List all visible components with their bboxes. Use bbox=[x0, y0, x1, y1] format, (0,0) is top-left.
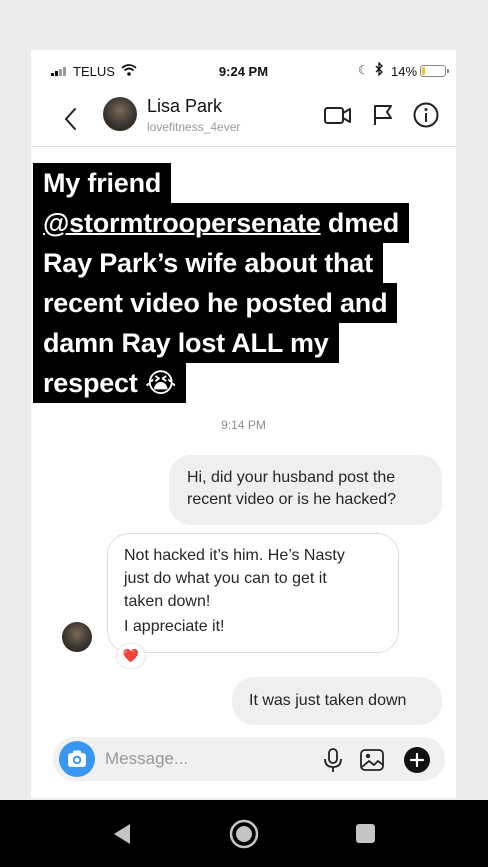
contact-username: lovefitness_4ever bbox=[147, 120, 241, 134]
message-composer bbox=[53, 737, 445, 781]
outgoing-message[interactable]: Hi, did your husband post the recent vid… bbox=[169, 455, 442, 525]
message-line: recent video or is he hacked? bbox=[187, 491, 397, 508]
battery-icon bbox=[420, 65, 449, 77]
caption-line: Ray Park’s wife about that bbox=[33, 243, 383, 283]
avatar[interactable] bbox=[103, 97, 137, 131]
flag-icon[interactable] bbox=[369, 101, 399, 129]
battery-percent: 14% bbox=[391, 64, 418, 79]
microphone-icon[interactable] bbox=[319, 746, 347, 774]
info-icon[interactable] bbox=[411, 101, 441, 129]
caption-line: @stormtroopersenate dmed bbox=[33, 203, 410, 243]
message-line: just do what you can to get it bbox=[124, 570, 327, 587]
status-bar: TELUS 9:24 PM ☾ 14% bbox=[31, 50, 456, 94]
message-line: Not hacked it’s him. He’s Nasty bbox=[124, 547, 345, 564]
mention-link[interactable]: @stormtroopersenate bbox=[43, 208, 321, 238]
message-line: I appreciate it! bbox=[124, 618, 225, 635]
caption-line: recent video he posted and bbox=[33, 283, 398, 323]
contact-name[interactable]: Lisa Park bbox=[147, 96, 222, 117]
outgoing-message[interactable]: It was just taken down bbox=[232, 677, 442, 725]
nav-home-icon[interactable] bbox=[229, 819, 259, 849]
message-timestamp: 9:14 PM bbox=[221, 418, 266, 432]
incoming-message[interactable]: Not hacked it’s him. He’s Nasty just do … bbox=[107, 533, 399, 653]
caption-line: respect 😭 bbox=[33, 363, 187, 403]
heart-reaction[interactable]: ❤️ bbox=[116, 643, 146, 669]
message-line: It was just taken down bbox=[249, 692, 407, 709]
conversation-header: Lisa Park lovefitness_4ever bbox=[31, 94, 456, 147]
message-input[interactable] bbox=[105, 737, 305, 781]
caption-line: My friend bbox=[33, 163, 172, 203]
sender-avatar[interactable] bbox=[62, 622, 92, 652]
message-line: taken down! bbox=[124, 593, 211, 610]
add-icon[interactable] bbox=[403, 746, 431, 774]
video-call-icon[interactable] bbox=[323, 101, 353, 129]
gallery-icon[interactable] bbox=[358, 746, 386, 774]
caption-text: dmed bbox=[320, 208, 400, 238]
moon-icon: ☾ bbox=[358, 63, 369, 77]
system-nav-bar bbox=[0, 800, 488, 867]
back-icon[interactable] bbox=[61, 106, 81, 132]
nav-recents-icon[interactable] bbox=[356, 824, 375, 843]
message-line: Hi, did your husband post the bbox=[187, 469, 396, 486]
nav-back-icon[interactable] bbox=[112, 823, 132, 845]
caption-line: damn Ray lost ALL my bbox=[33, 323, 339, 363]
camera-icon[interactable] bbox=[59, 741, 95, 777]
bluetooth-icon bbox=[375, 62, 383, 76]
